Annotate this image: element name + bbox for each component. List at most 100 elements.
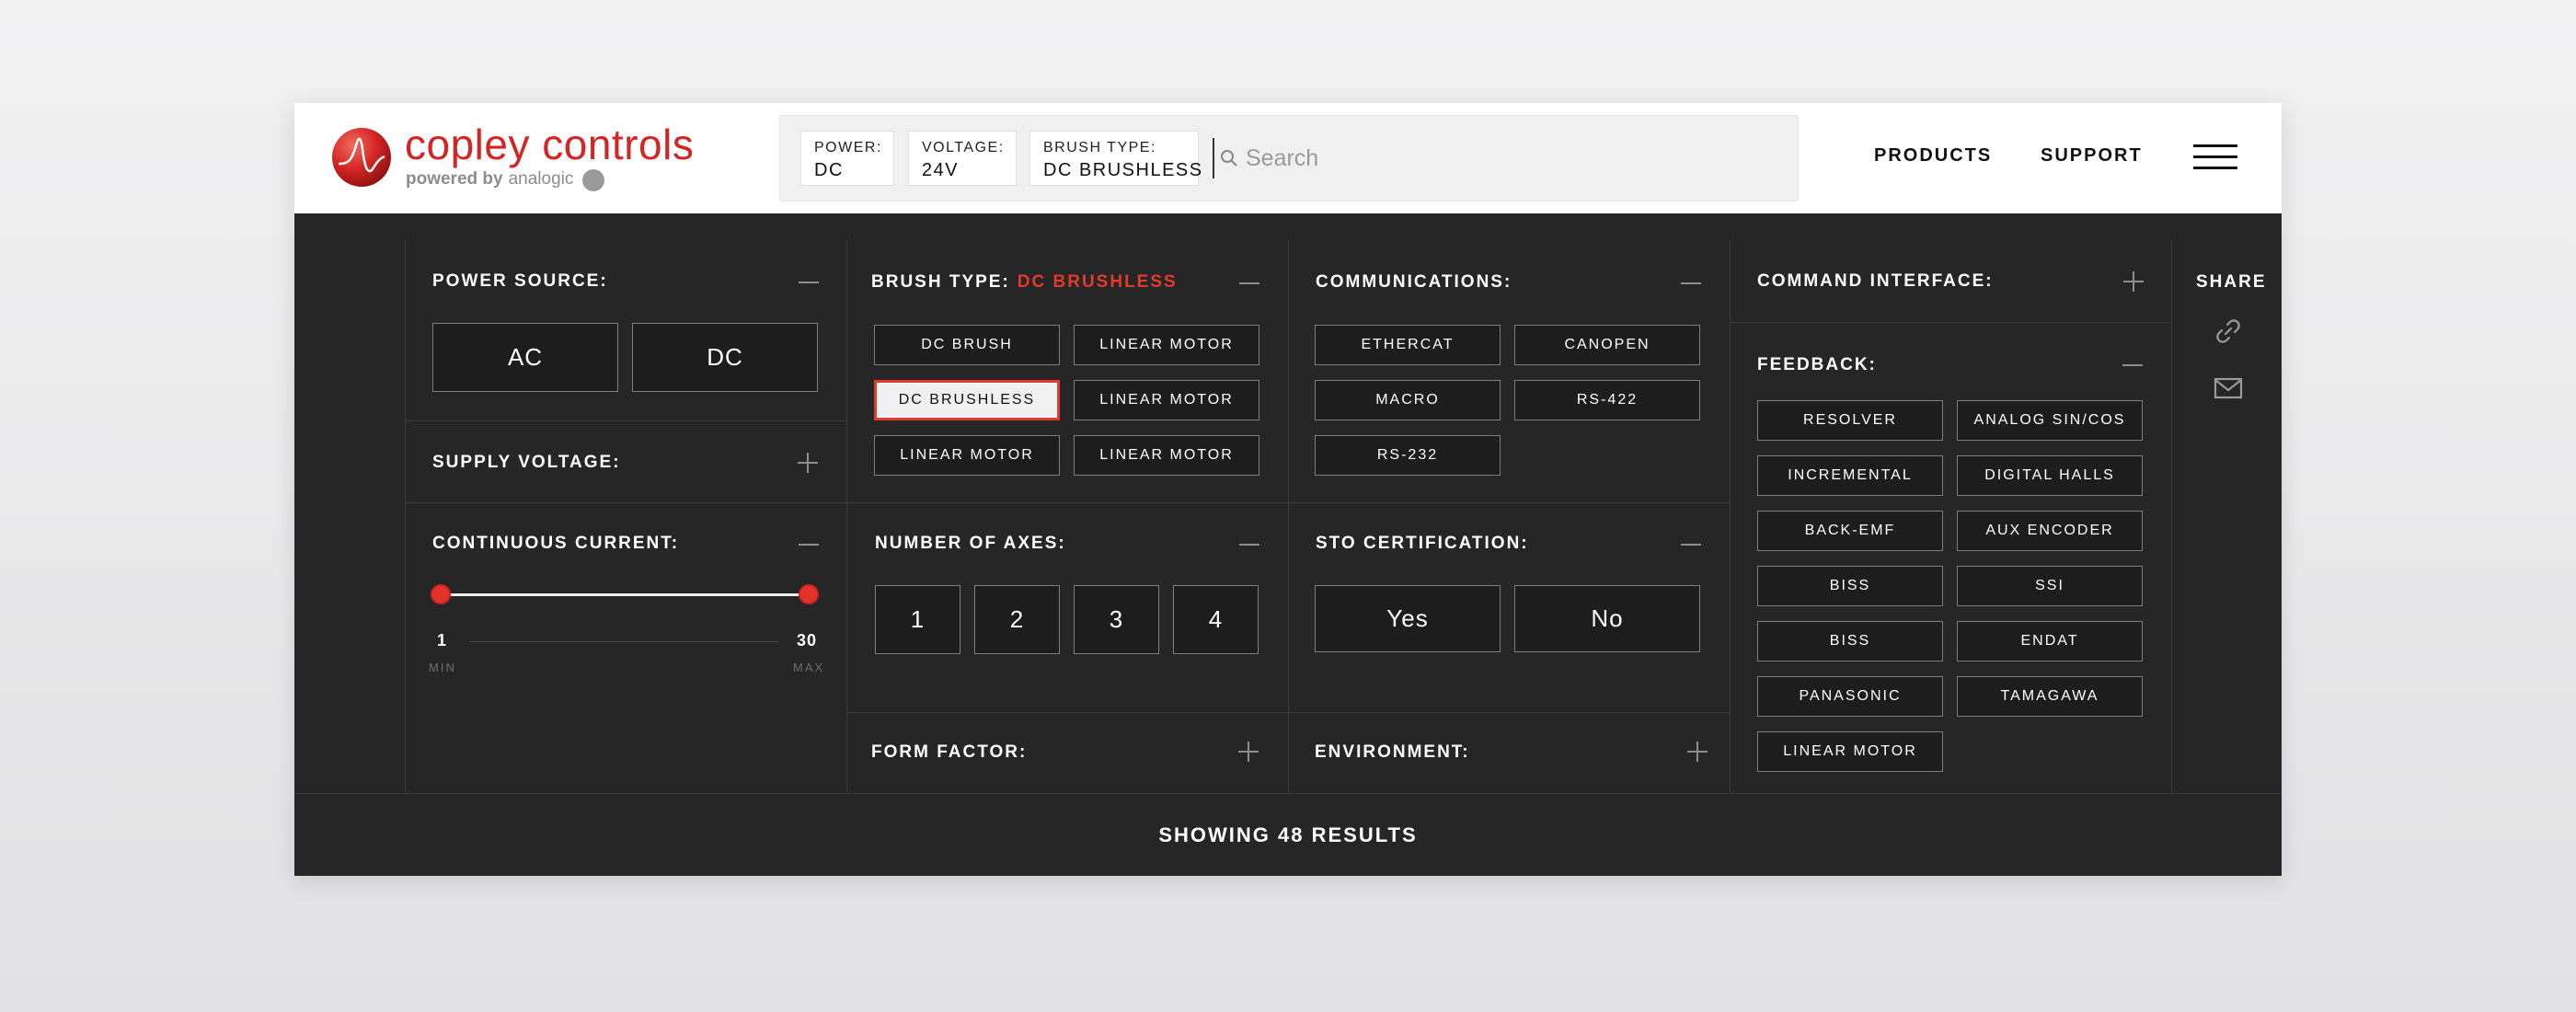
current-min-value: 1 [437,631,448,650]
link-icon[interactable] [2212,315,2245,348]
power-source-title: POWER SOURCE: [432,271,608,291]
axes-option-2[interactable]: 2 [974,585,1060,654]
current-min-label: MIN [429,661,456,674]
brush-option-linear-motor[interactable]: LINEAR MOTOR [1074,435,1259,476]
feedback-option-resolver[interactable]: RESOLVER [1757,400,1943,441]
comm-option-rs-232[interactable]: RS-232 [1315,435,1501,476]
feedback-option-ssi[interactable]: SSI [1957,566,2143,606]
feedback-option-biss[interactable]: BISS [1757,566,1943,606]
column-divider [405,241,406,793]
communications-title: COMMUNICATIONS: [1316,272,1512,292]
current-max-value: 30 [797,631,818,650]
number-of-axes-collapse-icon[interactable] [1239,534,1261,556]
feedback-option-analog-sin-cos[interactable]: ANALOG SIN/COS [1957,400,2143,441]
power-source-collapse-icon[interactable] [799,271,821,293]
brush-type-label: BRUSH TYPE: [871,272,1010,292]
sto-option-yes[interactable]: Yes [1315,585,1501,652]
section-divider [1288,502,1730,503]
site-header: copley controls powered by analogic POWE… [294,103,2282,213]
sto-certification-collapse-icon[interactable] [1681,534,1703,556]
feedback-option-endat[interactable]: ENDAT [1957,621,2143,661]
brush-type-collapse-icon[interactable] [1239,272,1261,294]
brush-type-selected: DC BRUSHLESS [1017,272,1178,292]
environment-expand-icon[interactable] [1687,741,1709,763]
feedback-option-tamagawa[interactable]: TAMAGAWA [1957,676,2143,717]
feedback-option-panasonic[interactable]: PANASONIC [1757,676,1943,717]
sto-option-no[interactable]: No [1514,585,1700,652]
filter-chip-key: BRUSH TYPE: [1043,140,1156,155]
filter-chip-key: POWER: [814,140,882,155]
filter-chip-key: VOLTAGE: [922,140,1005,155]
search-input[interactable] [1246,144,1761,172]
feedback-collapse-icon[interactable] [2122,354,2145,376]
current-slider-track[interactable] [440,593,808,596]
axes-option-4[interactable]: 4 [1173,585,1259,654]
number-of-axes-title: NUMBER OF AXES: [875,534,1066,553]
feedback-option-digital-halls[interactable]: DIGITAL HALLS [1957,455,2143,496]
communications-collapse-icon[interactable] [1681,272,1703,294]
brush-type-title: BRUSH TYPE: DC BRUSHLESS [871,272,1178,293]
column-divider [2171,241,2172,793]
search-icon [1221,150,1237,167]
search-box [1213,138,1761,178]
axes-option-1[interactable]: 1 [875,585,960,654]
section-divider [405,420,846,421]
active-filters-bar: POWER: DC VOLTAGE: 24V BRUSH TYPE: DC BR… [779,115,1799,201]
section-divider [846,502,1288,503]
results-count: SHOWING 48 RESULTS [1158,822,1418,846]
analogic-logo-icon [582,169,605,191]
nav-support[interactable]: SUPPORT [2041,145,2143,167]
nav-products[interactable]: PRODUCTS [1874,145,1992,167]
comm-option-canopen[interactable]: CANOPEN [1514,325,1700,365]
feedback-title: FEEDBACK: [1757,355,1877,374]
analogic-name: analogic [508,169,574,189]
filter-chip-power[interactable]: POWER: DC [800,131,894,186]
powered-by-label: powered by [406,169,503,189]
brush-option-dc-brushless[interactable]: DC BRUSHLESS [874,380,1060,420]
power-option-ac[interactable]: AC [432,323,618,392]
form-factor-title: FORM FACTOR: [871,742,1028,762]
share-label: SHARE [2196,272,2267,292]
continuous-current-title: CONTINUOUS CURRENT: [432,534,680,553]
column-divider [846,241,847,793]
brush-option-dc-brush[interactable]: DC BRUSH [874,325,1060,365]
hamburger-menu-icon[interactable] [2193,144,2237,170]
column-divider [1730,241,1731,793]
comm-option-ethercat[interactable]: ETHERCAT [1315,325,1501,365]
form-factor-expand-icon[interactable] [1238,741,1260,763]
supply-voltage-title: SUPPLY VOLTAGE: [432,453,621,472]
current-max-label: MAX [793,661,825,674]
feedback-option-back-emf[interactable]: BACK-EMF [1757,511,1943,551]
current-range-line [469,641,778,642]
filter-chip-voltage[interactable]: VOLTAGE: 24V [908,131,1017,186]
column-divider [1288,241,1289,793]
current-slider-min-handle[interactable] [431,584,451,604]
brush-option-linear-motor[interactable]: LINEAR MOTOR [1074,325,1259,365]
feedback-option-biss[interactable]: BISS [1757,621,1943,661]
command-interface-expand-icon[interactable] [2123,270,2145,293]
results-footer: SHOWING 48 RESULTS [294,793,2282,876]
current-slider-max-handle[interactable] [799,584,819,604]
continuous-current-collapse-icon[interactable] [799,534,821,556]
feedback-option-incremental[interactable]: INCREMENTAL [1757,455,1943,496]
filter-chip-value: DC [814,160,844,180]
supply-voltage-expand-icon[interactable] [798,452,820,474]
email-icon[interactable] [2212,372,2245,405]
environment-title: ENVIRONMENT: [1315,742,1470,762]
axes-option-3[interactable]: 3 [1074,585,1159,654]
feedback-option-aux-encoder[interactable]: AUX ENCODER [1957,511,2143,551]
feedback-option-linear-motor[interactable]: LINEAR MOTOR [1757,731,1943,772]
comm-option-macro[interactable]: MACRO [1315,380,1501,420]
comm-option-rs-422[interactable]: RS-422 [1514,380,1700,420]
powered-by: powered by analogic [406,168,605,191]
power-option-dc[interactable]: DC [632,323,818,392]
brush-option-linear-motor[interactable]: LINEAR MOTOR [1074,380,1259,420]
command-interface-title: COMMAND INTERFACE: [1757,271,1994,291]
brand-name: copley controls [405,121,695,168]
section-divider [1730,322,2171,323]
filter-chip-brush-type[interactable]: BRUSH TYPE: DC BRUSHLESS [1029,131,1202,186]
copley-logo-icon[interactable] [331,127,392,188]
sto-certification-title: STO CERTIFICATION: [1316,534,1529,553]
brush-option-linear-motor[interactable]: LINEAR MOTOR [874,435,1060,476]
section-divider [846,712,1730,713]
